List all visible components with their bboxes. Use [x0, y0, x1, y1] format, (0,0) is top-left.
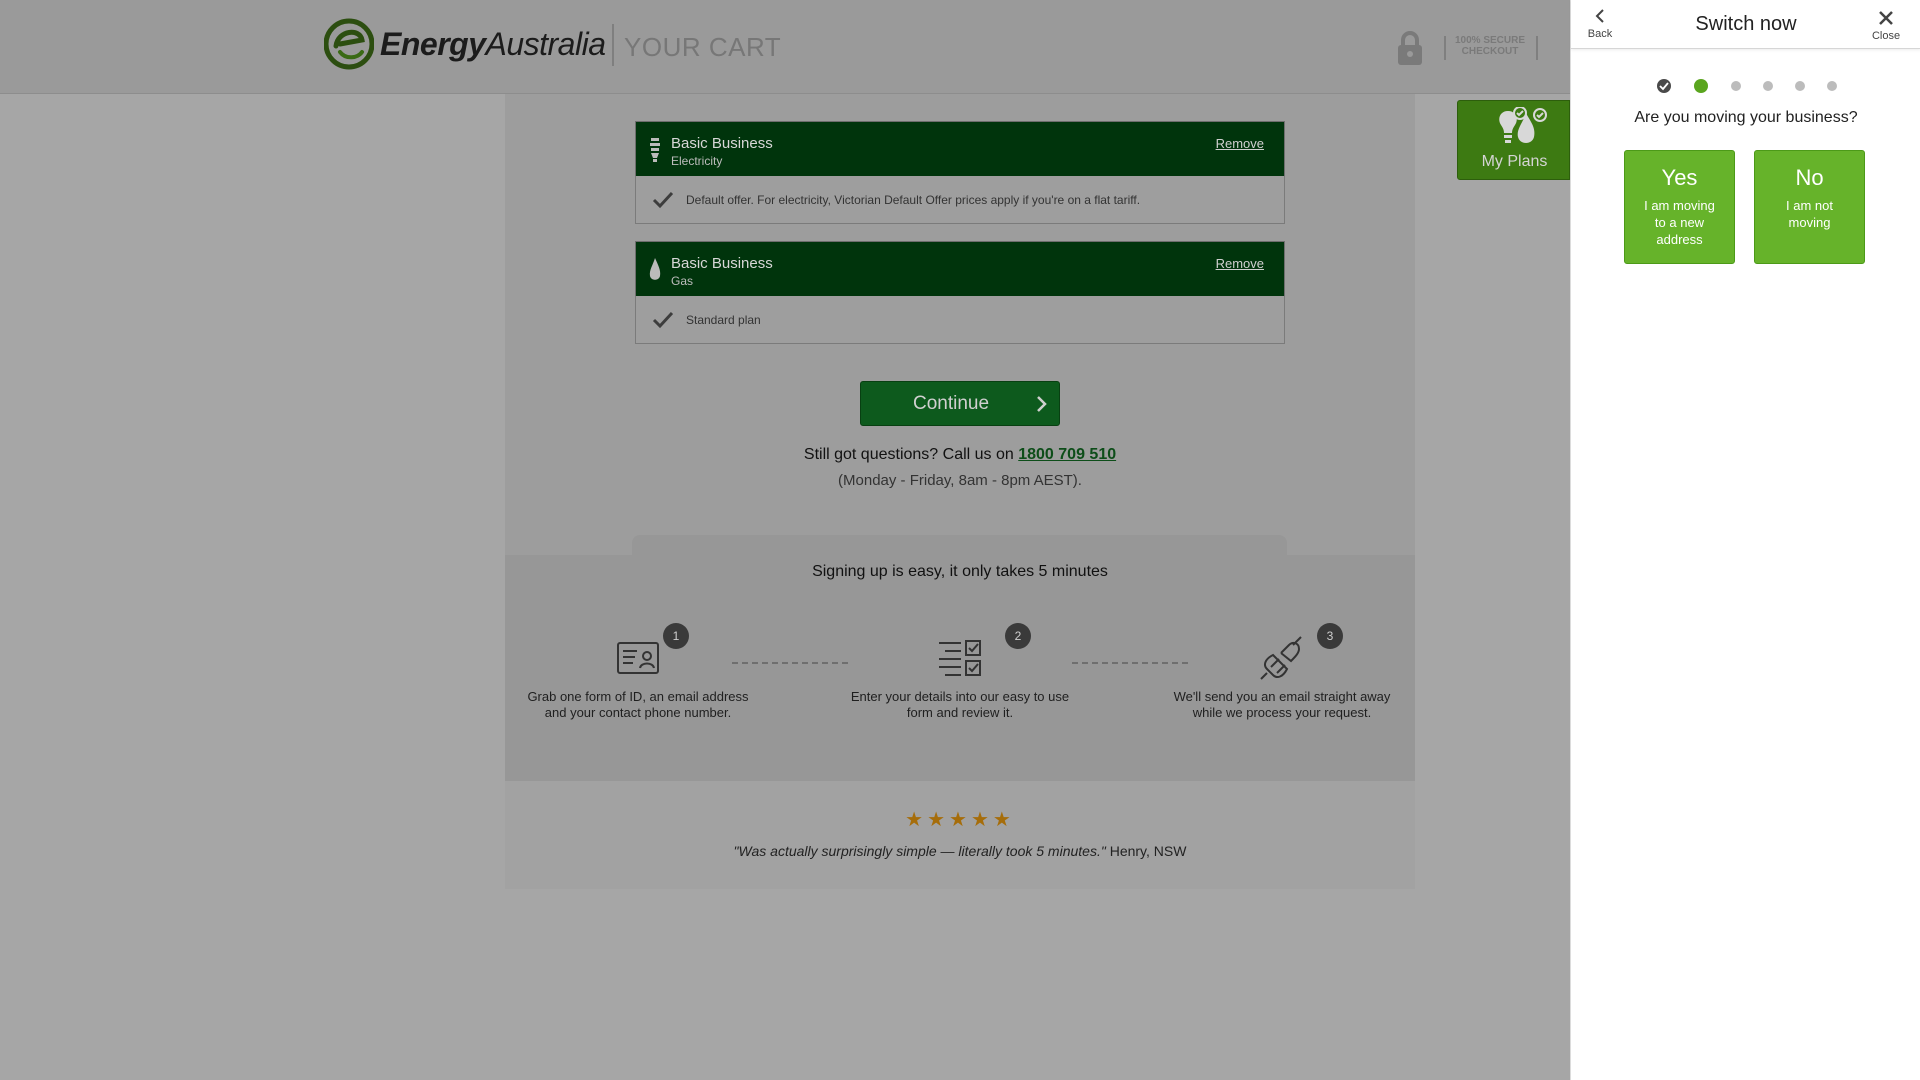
plan-card-gas: Basic Business Gas Remove Standard plan [635, 241, 1285, 344]
phone-link[interactable]: 1800 709 510 [1018, 446, 1116, 463]
panel-title: Switch now [1695, 13, 1797, 35]
check-icon [1659, 82, 1669, 91]
plan-header: Basic Business Electricity Remove [635, 121, 1285, 176]
plan-card-electricity: Basic Business Electricity Remove Defaul… [635, 121, 1285, 224]
yes-moving-button[interactable]: Yes I am moving to a new address [1624, 150, 1735, 264]
plan-header: Basic Business Gas Remove [635, 241, 1285, 296]
progress-dots [1571, 78, 1920, 94]
plan-name: Basic Business [671, 255, 773, 272]
id-card-icon [617, 642, 659, 674]
no-not-moving-button[interactable]: No I am not moving [1754, 150, 1865, 264]
moving-question: Are you moving your business? [1634, 109, 1858, 126]
remove-plan-link[interactable]: Remove [1216, 136, 1264, 151]
secure-checkout-label: 100% SECURE CHECKOUT [1454, 35, 1526, 57]
page-title: YOUR CART [624, 32, 782, 62]
energyaustralia-logo[interactable]: EnergyAustralia [324, 18, 606, 70]
site-header: EnergyAustralia YOUR CART 100% SECURE CH… [0, 0, 1570, 94]
cart-content: Basic Business Electricity Remove Defaul… [505, 94, 1415, 889]
step-3: 3 We'll send you an email straight away … [1167, 623, 1397, 721]
close-icon [1879, 11, 1893, 25]
call-hours: (Monday - Friday, 8am - 8pm AEST). [838, 472, 1082, 489]
secure-divider-right [1536, 36, 1538, 60]
plan-description: Standard plan [686, 312, 761, 327]
check-icon [652, 311, 674, 328]
my-plans-button[interactable]: My Plans [1457, 100, 1570, 180]
logo-wordmark: EnergyAustralia [380, 25, 606, 62]
review-quote: "Was actually surprisingly simple — lite… [733, 843, 1187, 859]
signup-steps: Signing up is easy, it only takes 5 minu… [505, 555, 1415, 781]
close-button[interactable]: Close [1869, 8, 1903, 44]
progress-step [1731, 81, 1741, 91]
progress-step [1795, 81, 1805, 91]
step-text: We'll send you an email straight away wh… [1173, 689, 1391, 720]
plan-description: Default offer. For electricity, Victoria… [686, 192, 1141, 207]
chevron-right-icon [1037, 396, 1047, 412]
plan-details: Standard plan [635, 296, 1285, 344]
secure-divider-left [1444, 36, 1446, 60]
rating-stars: ★★★★★ [905, 809, 1015, 831]
panel-header: Back Switch now Close [1571, 0, 1920, 49]
switch-now-panel: Back Switch now Close Are you moving you… [1570, 0, 1920, 1080]
plan-type: Electricity [671, 154, 723, 168]
header-divider [612, 24, 614, 66]
step-number: 2 [1005, 623, 1031, 649]
remove-plan-link[interactable]: Remove [1216, 256, 1264, 271]
step-connector [732, 662, 848, 664]
progress-step [1763, 81, 1773, 91]
check-icon [652, 191, 674, 208]
progress-step-complete [1657, 79, 1671, 93]
step-number: 3 [1317, 623, 1343, 649]
plan-type: Gas [671, 274, 694, 288]
continue-button[interactable]: Continue [860, 381, 1060, 426]
questions-line: Still got questions? Call us on 1800 709… [803, 446, 1117, 463]
checklist-icon [939, 640, 981, 676]
step-text: Grab one form of ID, an email address an… [527, 689, 749, 720]
step-text: Enter your details into our easy to use … [850, 689, 1070, 720]
progress-step-current [1694, 79, 1708, 93]
plan-details: Default offer. For electricity, Victoria… [635, 176, 1285, 224]
my-plans-label: My Plans [1481, 153, 1548, 170]
plan-name: Basic Business [671, 135, 773, 152]
step-1: 1 Grab one form of ID, an email address … [523, 623, 753, 721]
step-number: 1 [663, 623, 689, 649]
my-plans-icon [1499, 107, 1547, 143]
electricity-bulb-icon [650, 138, 660, 162]
customer-review: ★★★★★ "Was actually surprisingly simple … [505, 781, 1415, 889]
step-2: 2 Enter your details into our easy to us… [845, 623, 1075, 721]
lock-icon [1398, 31, 1422, 65]
logo-e-icon [324, 18, 374, 70]
progress-step [1827, 81, 1837, 91]
plug-icon [1260, 636, 1302, 680]
gas-flame-icon [649, 258, 661, 280]
steps-title: Signing up is easy, it only takes 5 minu… [812, 563, 1108, 580]
